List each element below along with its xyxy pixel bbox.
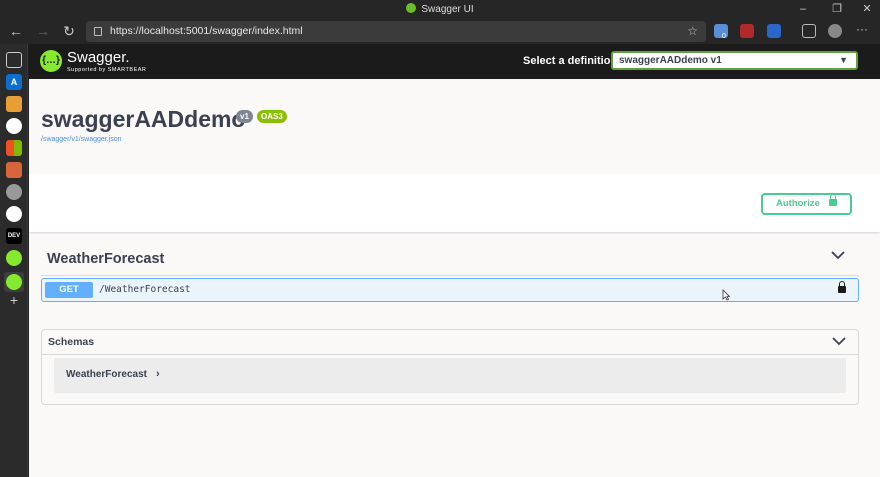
schemas-title[interactable]: Schemas — [48, 336, 94, 348]
authorize-label[interactable]: Authorize — [776, 198, 820, 209]
window-title: Swagger UI — [421, 4, 474, 15]
settings-menu-icon[interactable]: ··· — [856, 22, 868, 36]
swagger-icon[interactable] — [6, 250, 22, 266]
collections-icon[interactable] — [802, 24, 816, 38]
tag-header[interactable]: WeatherForecast — [41, 243, 859, 276]
definition-label: Select a definition — [523, 55, 618, 67]
dev-icon[interactable]: DEV — [6, 228, 22, 244]
refresh-icon[interactable]: ↻ — [60, 22, 78, 40]
schema-item[interactable]: WeatherForecast › — [54, 358, 846, 393]
window-title-area: Swagger UI — [0, 3, 880, 15]
scheme-container: Authorize — [29, 174, 880, 232]
github-icon[interactable] — [6, 184, 22, 200]
address-bar[interactable]: https://localhost:5001/swagger/index.htm… — [86, 21, 706, 42]
ublock-icon[interactable] — [740, 24, 754, 38]
logo-text[interactable]: Swagger. — [67, 49, 130, 66]
swagger-favicon-icon — [406, 3, 417, 13]
version-badge: v1 — [236, 110, 253, 123]
browser-toolbar: ← → ↻ https://localhost:5001/swagger/ind… — [0, 18, 880, 44]
swagger-page: {…} Swagger. Supported by SMARTBEAR Sele… — [29, 44, 880, 477]
restore-button[interactable]: ❐ — [822, 1, 852, 17]
vertical-tabs-sidebar: A DEV + — [0, 44, 28, 477]
api-info: swaggerAADdemo v1 OAS3 /swagger/v1/swagg… — [29, 79, 880, 174]
chevron-right-icon[interactable]: › — [156, 368, 160, 380]
chevron-down-icon[interactable]: ▼ — [839, 53, 848, 68]
definition-selected[interactable]: swaggerAADdemo v1 — [619, 55, 722, 66]
github-icon[interactable] — [6, 206, 22, 222]
tag-name[interactable]: WeatherForecast — [47, 251, 164, 267]
chevron-down-icon[interactable] — [832, 336, 846, 346]
api-url-link[interactable]: /swagger/v1/swagger.json — [41, 136, 122, 143]
swagger-topbar: {…} Swagger. Supported by SMARTBEAR Sele… — [29, 44, 880, 79]
unlock-icon[interactable] — [829, 194, 837, 206]
back-icon[interactable]: ← — [7, 22, 25, 40]
schema-name[interactable]: WeatherForecast — [66, 369, 147, 380]
tab-actions-icon[interactable] — [6, 52, 22, 68]
swagger-icon — [6, 274, 22, 290]
mouse-cursor-icon — [722, 289, 730, 301]
method-badge[interactable]: GET — [45, 282, 93, 298]
page-title: swaggerAADdemo — [41, 106, 246, 132]
cloud-icon[interactable] — [6, 96, 22, 112]
close-button[interactable]: ✕ — [852, 1, 880, 17]
new-tab-icon[interactable]: + — [6, 292, 22, 308]
github-icon[interactable] — [6, 118, 22, 134]
lock-icon[interactable] — [94, 27, 102, 36]
url-text[interactable]: https://localhost:5001/swagger/index.htm… — [110, 25, 303, 37]
window-titlebar: Swagger UI – ❐ ✕ — [0, 0, 880, 18]
chevron-down-icon[interactable] — [831, 250, 845, 260]
schemas-header[interactable]: Schemas — [42, 330, 858, 355]
bitwarden-icon[interactable] — [767, 24, 781, 38]
azure-icon[interactable]: A — [6, 74, 22, 90]
swagger-logo-icon[interactable]: {…} — [40, 50, 62, 72]
operation-path[interactable]: /WeatherForecast — [99, 284, 191, 295]
extension-badge: 0 — [722, 33, 726, 40]
schemas-section: Schemas WeatherForecast › — [41, 329, 859, 405]
avatar[interactable] — [828, 24, 842, 38]
forward-icon[interactable]: → — [34, 22, 52, 40]
lock-icon[interactable] — [838, 281, 846, 293]
minimize-button[interactable]: – — [788, 1, 818, 17]
definition-select[interactable]: swaggerAADdemo v1 ▼ — [611, 51, 858, 70]
authorize-button[interactable]: Authorize — [761, 193, 852, 215]
oas-badge: OAS3 — [257, 110, 287, 123]
microsoft-icon[interactable] — [6, 140, 22, 156]
favorite-star-icon[interactable]: ☆ — [687, 21, 698, 42]
active-tab[interactable] — [4, 272, 24, 292]
logo-subtext: Supported by SMARTBEAR — [67, 67, 147, 73]
pen-icon[interactable] — [6, 162, 22, 178]
operation-get-weatherforecast[interactable]: GET /WeatherForecast — [41, 278, 859, 302]
